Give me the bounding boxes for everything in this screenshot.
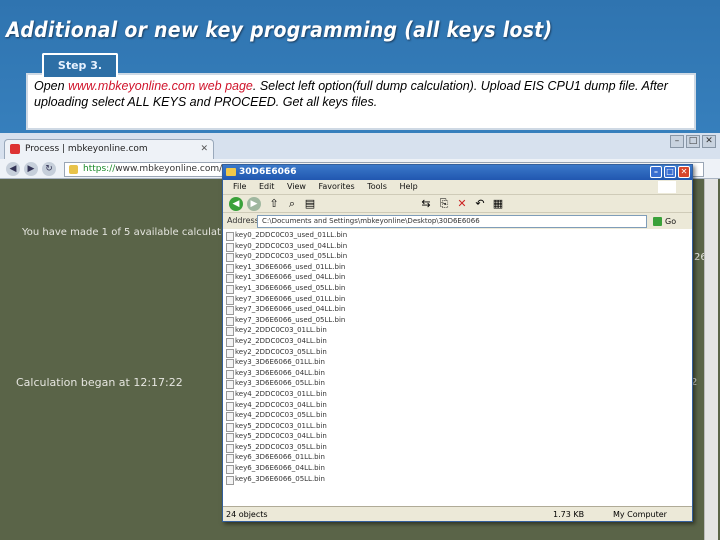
lock-icon xyxy=(69,165,78,174)
folder-icon xyxy=(226,168,236,176)
explorer-maximize-icon[interactable]: □ xyxy=(664,166,676,178)
go-button[interactable]: Go xyxy=(653,215,687,228)
file-list-item[interactable]: key3_3D6E6066_01LL.bin xyxy=(223,357,692,368)
explorer-status-bar: 24 objects 1.73 KB My Computer xyxy=(223,506,692,521)
slide-title: Additional or new key programming (all k… xyxy=(6,18,553,42)
file-list-item[interactable]: key7_3D6E6066_used_01LL.bin xyxy=(223,294,692,305)
file-list-item[interactable]: key4_2DDC0C03_04LL.bin xyxy=(223,400,692,411)
file-list: key0_2DDC0C03_used_01LL.bin key0_2DDC0C03… xyxy=(223,230,692,506)
explorer-address-bar: Address C:\Documents and Settings\mbkeyo… xyxy=(223,212,692,229)
back-arrow-icon[interactable]: ◀ xyxy=(6,162,20,176)
menu-file[interactable]: File xyxy=(233,182,246,191)
menu-view[interactable]: View xyxy=(287,182,306,191)
status-object-count: 24 objects xyxy=(226,510,268,519)
explorer-window-controls: – □ ✕ xyxy=(650,166,690,178)
file-list-item[interactable]: key6_3D6E6066_04LL.bin xyxy=(223,463,692,474)
favicon-icon xyxy=(10,144,20,154)
file-list-item[interactable]: key1_3D6E6066_used_04LL.bin xyxy=(223,272,692,283)
calculation-start-message: Calculation began at 12:17:22 xyxy=(16,376,183,389)
file-list-item[interactable]: key2_2DDC0C03_04LL.bin xyxy=(223,336,692,347)
file-list-item[interactable]: key7_3D6E6066_used_05LL.bin xyxy=(223,315,692,326)
file-list-item[interactable]: key0_2DDC0C03_used_04LL.bin xyxy=(223,241,692,252)
file-list-item[interactable]: key1_3D6E6066_used_05LL.bin xyxy=(223,283,692,294)
file-list-item[interactable]: key4_2DDC0C03_01LL.bin xyxy=(223,389,692,400)
step-label: Step 3. xyxy=(42,53,118,77)
minimize-icon[interactable]: – xyxy=(670,135,684,148)
search-icon[interactable]: ⌕ xyxy=(285,197,299,211)
explorer-close-icon[interactable]: ✕ xyxy=(678,166,690,178)
forward-icon[interactable]: ▶ xyxy=(247,197,261,211)
status-location: My Computer xyxy=(613,510,667,519)
file-list-item[interactable]: key3_3D6E6066_05LL.bin xyxy=(223,378,692,389)
copy-to-icon[interactable]: ⎘ xyxy=(437,197,451,211)
folders-icon[interactable]: ▤ xyxy=(303,197,317,211)
browser-tab[interactable]: Process | mbkeyonline.com ✕ xyxy=(4,139,214,159)
windows-logo-icon xyxy=(658,181,676,193)
menu-edit[interactable]: Edit xyxy=(259,182,275,191)
file-list-item[interactable]: key5_2DDC0C03_05LL.bin xyxy=(223,442,692,453)
explorer-minimize-icon[interactable]: – xyxy=(650,166,662,178)
mbkeyonline-link[interactable]: www.mbkeyonline.com web page xyxy=(68,79,253,93)
file-list-item[interactable]: key6_3D6E6066_05LL.bin xyxy=(223,474,692,485)
views-icon[interactable]: ▦ xyxy=(491,197,505,211)
file-list-item[interactable]: key2_2DDC0C03_05LL.bin xyxy=(223,347,692,358)
file-list-item[interactable]: key0_2DDC0C03_used_05LL.bin xyxy=(223,251,692,262)
close-tab-icon[interactable]: ✕ xyxy=(200,140,208,158)
menu-tools[interactable]: Tools xyxy=(367,182,387,191)
file-list-item[interactable]: key5_2DDC0C03_01LL.bin xyxy=(223,421,692,432)
embedded-screenshot: Process | mbkeyonline.com ✕ – □ ✕ ◀ ▶ ↻ … xyxy=(0,133,720,540)
file-list-item[interactable]: key3_3D6E6066_04LL.bin xyxy=(223,368,692,379)
explorer-title: 30D6E6066 xyxy=(239,167,297,177)
step-text-prefix: Open xyxy=(34,79,69,93)
menu-favorites[interactable]: Favorites xyxy=(319,182,355,191)
explorer-toolbar: ◀ ▶ ⇧ ⌕ ▤ ⇆ ⎘ ✕ ↶ ▦ xyxy=(223,194,692,212)
up-folder-icon[interactable]: ⇧ xyxy=(267,197,281,211)
back-icon[interactable]: ◀ xyxy=(229,197,243,211)
address-label: Address xyxy=(227,216,259,225)
forward-arrow-icon[interactable]: ▶ xyxy=(24,162,38,176)
browser-window-controls: – □ ✕ xyxy=(670,135,716,149)
status-size: 1.73 KB xyxy=(553,510,585,519)
page-scrollbar[interactable] xyxy=(704,179,718,540)
menu-help[interactable]: Help xyxy=(399,182,417,191)
move-to-icon[interactable]: ⇆ xyxy=(419,197,433,211)
file-list-item[interactable]: key2_2DDC0C03_01LL.bin xyxy=(223,325,692,336)
browser-tab-title: Process | mbkeyonline.com xyxy=(25,144,148,154)
delete-icon[interactable]: ✕ xyxy=(455,197,469,211)
reload-icon[interactable]: ↻ xyxy=(42,162,56,176)
step-instruction-text: Open www.mbkeyonline.com web page. Selec… xyxy=(34,78,689,110)
file-list-item[interactable]: key1_3D6E6066_used_01LL.bin xyxy=(223,262,692,273)
close-window-icon[interactable]: ✕ xyxy=(702,135,716,148)
file-list-item[interactable]: key6_3D6E6066_01LL.bin xyxy=(223,452,692,464)
step-instruction-box: Open www.mbkeyonline.com web page. Selec… xyxy=(26,73,696,130)
explorer-title-bar[interactable]: 30D6E6066 – □ ✕ xyxy=(223,165,692,180)
explorer-window: 30D6E6066 – □ ✕ File Edit View Favorites… xyxy=(222,164,693,522)
file-list-item[interactable]: key7_3D6E6066_used_04LL.bin xyxy=(223,304,692,315)
explorer-menu-bar: File Edit View Favorites Tools Help xyxy=(223,180,692,194)
file-list-item[interactable]: key0_2DDC0C03_used_01LL.bin xyxy=(223,230,692,241)
maximize-icon[interactable]: □ xyxy=(686,135,700,148)
address-field[interactable]: C:\Documents and Settings\mbkeyonline\De… xyxy=(257,215,647,228)
url-scheme: https:// xyxy=(83,164,116,174)
browser-tab-bar: Process | mbkeyonline.com ✕ – □ ✕ xyxy=(0,133,720,159)
undo-icon[interactable]: ↶ xyxy=(473,197,487,211)
file-list-item[interactable]: key4_2DDC0C03_05LL.bin xyxy=(223,410,692,421)
file-list-item[interactable]: key5_2DDC0C03_04LL.bin xyxy=(223,431,692,442)
